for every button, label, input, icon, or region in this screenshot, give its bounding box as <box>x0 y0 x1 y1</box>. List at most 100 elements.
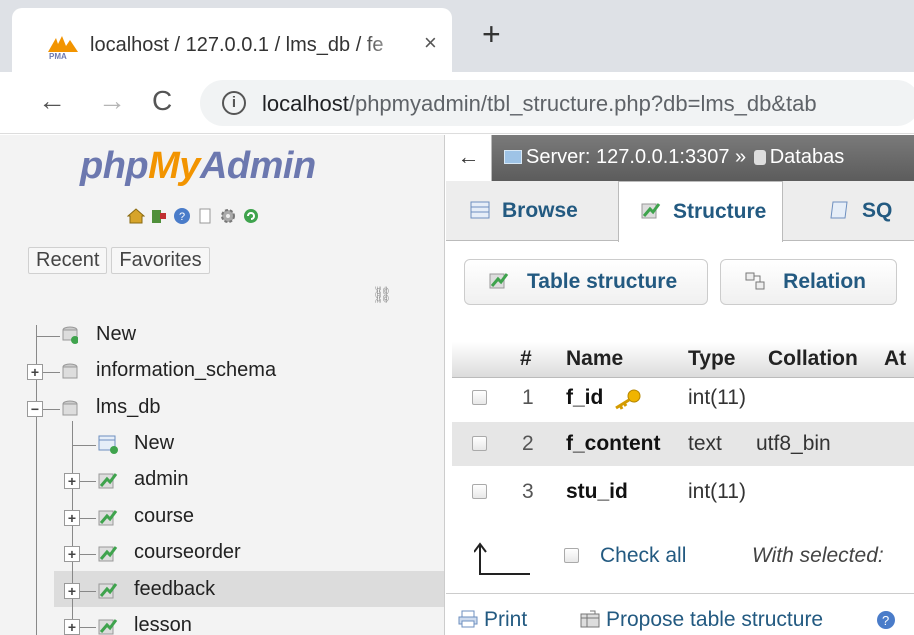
tab-browse[interactable]: Browse <box>470 181 578 241</box>
expand-icon[interactable]: + <box>64 510 80 526</box>
with-selected-label: With selected: <box>752 544 884 567</box>
expand-icon[interactable]: + <box>64 546 80 562</box>
expand-icon[interactable]: + <box>27 364 43 380</box>
tab-browse-label: Browse <box>502 199 578 222</box>
browser-tab[interactable]: PMA localhost / 127.0.0.1 / lms_db / fe … <box>12 8 452 72</box>
check-all-label[interactable]: Check all <box>600 544 686 568</box>
expand-icon[interactable]: + <box>64 473 80 489</box>
server-icon <box>504 150 522 164</box>
database-icon <box>753 150 766 165</box>
tab-title: localhost / 127.0.0.1 / lms_db / fe <box>90 34 384 56</box>
database-icon <box>62 363 78 379</box>
table-new-icon <box>98 435 118 454</box>
back-icon[interactable]: ← <box>38 86 66 116</box>
print-link[interactable]: Print <box>458 608 527 632</box>
new-tab-icon[interactable]: + <box>482 14 501 54</box>
column-header-num: # <box>520 347 532 370</box>
expand-icon[interactable]: + <box>64 583 80 599</box>
table-structure-icon <box>98 546 118 562</box>
url-host: localhost <box>262 91 349 116</box>
table-structure-label: Table structure <box>527 270 678 293</box>
url-text[interactable]: localhost/phpmyadmin/tbl_structure.php?d… <box>262 91 817 117</box>
database-tree: New + information_schema − lms_db New + … <box>0 135 445 635</box>
column-header-attributes[interactable]: At <box>884 347 906 371</box>
table-structure-icon <box>98 473 118 489</box>
svg-text:PMA: PMA <box>49 52 67 60</box>
footer-links: Print Propose table structure ? <box>446 593 914 635</box>
info-icon[interactable]: i <box>222 91 246 115</box>
field-name: f_content <box>566 432 661 455</box>
table-header: # Name Type Collation At <box>452 342 914 378</box>
table-row: 1 f_id int(11) <box>452 376 914 420</box>
tab-structure[interactable]: Structure <box>618 181 784 242</box>
relation-icon <box>745 272 765 290</box>
collapse-navigation-icon[interactable]: ← <box>446 135 492 181</box>
row-number: 1 <box>522 386 534 409</box>
help-icon[interactable]: ? <box>876 610 896 630</box>
tree-item-lms-db[interactable]: lms_db <box>96 396 160 419</box>
table-structure-icon <box>98 619 118 635</box>
field-name: f_id <box>566 386 604 409</box>
tree-item-lms-new[interactable]: New <box>134 432 174 455</box>
table-structure-icon <box>98 583 118 599</box>
print-label: Print <box>484 608 528 631</box>
row-checkbox[interactable] <box>472 436 487 451</box>
structure-icon <box>489 273 509 289</box>
navigation-panel: phpMyAdmin ? Recent Favorites ⛓ New + in… <box>0 135 445 635</box>
browse-icon <box>470 201 490 219</box>
tree-item-table-lesson[interactable]: lesson <box>134 614 192 635</box>
expand-icon[interactable]: + <box>64 619 80 635</box>
reload-icon[interactable]: C <box>152 86 172 116</box>
tree-item-new[interactable]: New <box>96 323 136 346</box>
tree-item-table-courseorder[interactable]: courseorder <box>134 541 241 564</box>
forward-icon[interactable]: → <box>98 86 126 116</box>
propose-structure-label: Propose table structure <box>606 608 824 631</box>
tree-item-table-admin[interactable]: admin <box>134 468 188 491</box>
row-number: 2 <box>522 432 534 455</box>
url-path: /phpmyadmin/tbl_structure.php?db=lms_db&… <box>348 91 817 116</box>
select-arrow-icon <box>474 542 530 575</box>
table-structure-icon <box>98 510 118 526</box>
row-number: 3 <box>522 480 534 503</box>
breadcrumb: Server: 127.0.0.1:3307 » Databas <box>504 146 844 169</box>
primary-key-icon <box>615 389 641 410</box>
structure-subtabs: Table structure Relation <box>464 259 897 305</box>
tab-sql-label: SQ <box>862 199 893 222</box>
field-name: stu_id <box>566 480 628 503</box>
breadcrumb-server[interactable]: Server: 127.0.0.1:3307 » <box>526 146 746 168</box>
main-content: ← Server: 127.0.0.1:3307 » Databas Brows… <box>446 135 914 635</box>
database-icon <box>62 400 78 416</box>
browser-toolbar: ← → C i localhost/phpmyadmin/tbl_structu… <box>0 72 914 134</box>
tree-item-information-schema[interactable]: information_schema <box>96 359 276 382</box>
row-checkbox[interactable] <box>472 484 487 499</box>
check-all-checkbox[interactable] <box>564 548 579 563</box>
browser-tab-strip: PMA localhost / 127.0.0.1 / lms_db / fe … <box>0 0 914 72</box>
column-header-type[interactable]: Type <box>688 347 735 371</box>
table-row: 2 f_content text utf8_bin <box>452 422 914 466</box>
table-row: 3 stu_id int(11) <box>452 470 914 514</box>
address-bar[interactable]: i localhost/phpmyadmin/tbl_structure.php… <box>200 80 914 126</box>
svg-text:?: ? <box>882 613 889 628</box>
propose-structure-link[interactable]: Propose table structure <box>580 608 823 632</box>
propose-structure-icon <box>580 610 600 628</box>
column-header-name[interactable]: Name <box>566 347 623 371</box>
database-new-icon <box>62 326 78 344</box>
field-type: text <box>688 432 722 455</box>
tree-item-table-feedback[interactable]: feedback <box>134 578 215 601</box>
tree-item-table-course[interactable]: course <box>134 505 194 528</box>
relation-label: Relation <box>783 270 866 293</box>
table-structure-button[interactable]: Table structure <box>464 259 709 305</box>
print-icon <box>458 610 478 628</box>
sql-icon <box>830 201 848 219</box>
row-checkbox[interactable] <box>472 390 487 405</box>
relation-view-button[interactable]: Relation <box>720 259 897 305</box>
field-type: int(11) <box>688 480 746 503</box>
column-header-collation[interactable]: Collation <box>768 347 858 371</box>
collapse-icon[interactable]: − <box>27 401 43 417</box>
breadcrumb-database[interactable]: Databas <box>770 146 845 168</box>
field-collation: utf8_bin <box>756 432 831 455</box>
tab-sql[interactable]: SQ <box>830 181 892 241</box>
structure-icon <box>641 203 661 219</box>
close-icon[interactable]: × <box>424 30 437 56</box>
breadcrumb-bar: ← Server: 127.0.0.1:3307 » Databas <box>446 135 914 181</box>
